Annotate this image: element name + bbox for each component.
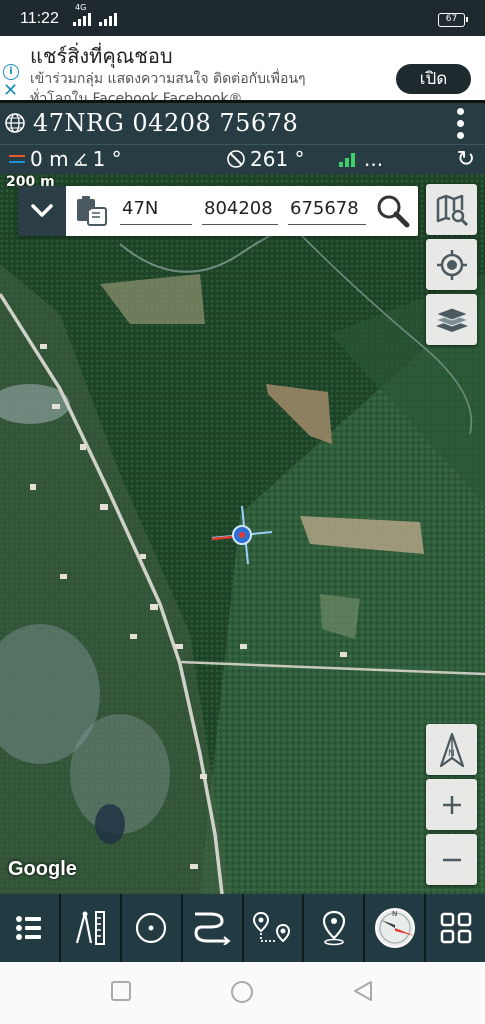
- map-view[interactable]: 200 m Google: [0, 174, 485, 894]
- ad-open-button[interactable]: เปิด: [396, 64, 471, 94]
- system-nav-bar: [0, 962, 485, 1024]
- waypoint-button[interactable]: [304, 894, 366, 962]
- ad-description-cut: ทั่วโลกใน Facebook Facebook®: [30, 91, 243, 100]
- grid-reference[interactable]: 47NRG 04208 75678: [33, 109, 298, 137]
- signal-icons: [73, 13, 117, 26]
- satellite-imagery[interactable]: [0, 174, 485, 894]
- zoom-out-button[interactable]: [426, 834, 477, 885]
- track-button[interactable]: [183, 894, 244, 962]
- circle-tool-button[interactable]: [122, 894, 183, 962]
- north-arrow-icon: N: [439, 732, 464, 767]
- network-type: 4G: [75, 3, 87, 12]
- bottom-toolbar: N: [0, 894, 485, 962]
- svg-text:N: N: [448, 749, 455, 759]
- signal-strength-icon: [339, 153, 355, 167]
- map-search-icon: [436, 194, 468, 226]
- menu-button[interactable]: [0, 894, 61, 962]
- angle-value: 1 °: [92, 147, 122, 171]
- status-bar: 11:22 4G 67: [0, 0, 485, 36]
- collapse-button[interactable]: [18, 186, 66, 236]
- signal-icon-2: [99, 13, 117, 26]
- back-icon[interactable]: [352, 980, 374, 1002]
- ad-description: เข้าร่วมกลุ่ม แสดงความสนใจ ติดต่อกับเพื่…: [30, 71, 306, 87]
- compass-button[interactable]: N: [365, 894, 427, 962]
- ad-info-icon[interactable]: i: [3, 64, 19, 80]
- my-location-button[interactable]: [426, 239, 477, 290]
- circle-target-icon: [136, 912, 167, 944]
- recents-icon[interactable]: [110, 980, 132, 1002]
- minus-icon: [442, 858, 461, 861]
- coordinate-search-card: 47N 804208 675678: [18, 186, 418, 236]
- google-attribution: Google: [8, 858, 77, 880]
- clock: 11:22: [20, 10, 59, 27]
- route-button[interactable]: [244, 894, 305, 962]
- paste-icon[interactable]: [74, 195, 108, 227]
- grid-button[interactable]: [426, 894, 485, 962]
- north-up-button[interactable]: N: [426, 724, 477, 775]
- refresh-icon[interactable]: ↻: [457, 147, 475, 172]
- satellite-readout: ...: [338, 147, 383, 171]
- ruler-compass-icon: [76, 911, 106, 945]
- bearing-readout: 261 °: [226, 147, 305, 171]
- chevron-down-icon: [31, 204, 53, 217]
- signal-icon: [73, 13, 91, 26]
- map-search-button[interactable]: [426, 184, 477, 235]
- bearing-value: 261 °: [250, 147, 305, 171]
- crosshair-icon: [436, 249, 467, 280]
- ad-banner[interactable]: i ✕ แชร์สิ่งที่คุณชอบ เข้าร่วมกลุ่ม แสดง…: [0, 36, 485, 100]
- measure-button[interactable]: [61, 894, 122, 962]
- battery-icon: 67: [438, 13, 468, 27]
- distance-value: 0 m: [30, 147, 69, 171]
- info-bar: 0 m 1 ° 261 ° ... ↻: [0, 144, 485, 174]
- easting-input[interactable]: 804208: [202, 195, 278, 225]
- compass-bearing-icon: [227, 150, 245, 168]
- home-icon[interactable]: [230, 980, 254, 1004]
- distance-icon: [9, 155, 25, 163]
- zone-input[interactable]: 47N: [120, 195, 192, 225]
- compass-icon: N: [374, 908, 415, 948]
- map-pin-icon: [322, 910, 345, 946]
- plus-icon: [442, 795, 461, 814]
- list-menu-icon: [16, 916, 42, 940]
- layers-button[interactable]: [426, 294, 477, 345]
- globe-icon: [5, 113, 25, 133]
- svg-text:N: N: [392, 910, 397, 918]
- northing-input[interactable]: 675678: [288, 195, 366, 225]
- distance-readout: 0 m 1 °: [8, 147, 122, 171]
- zoom-in-button[interactable]: [426, 779, 477, 830]
- grid-icon: [440, 912, 471, 944]
- route-pins-icon: [252, 911, 290, 943]
- coordinate-header: 47NRG 04208 75678: [0, 100, 485, 144]
- track-path-icon: [194, 912, 231, 945]
- more-options-icon[interactable]: [457, 108, 465, 139]
- ad-close-icon[interactable]: ✕: [3, 80, 18, 100]
- layers-icon: [434, 306, 469, 332]
- angle-icon: [73, 153, 87, 166]
- satellite-value: ...: [364, 147, 384, 171]
- search-icon[interactable]: [375, 193, 411, 229]
